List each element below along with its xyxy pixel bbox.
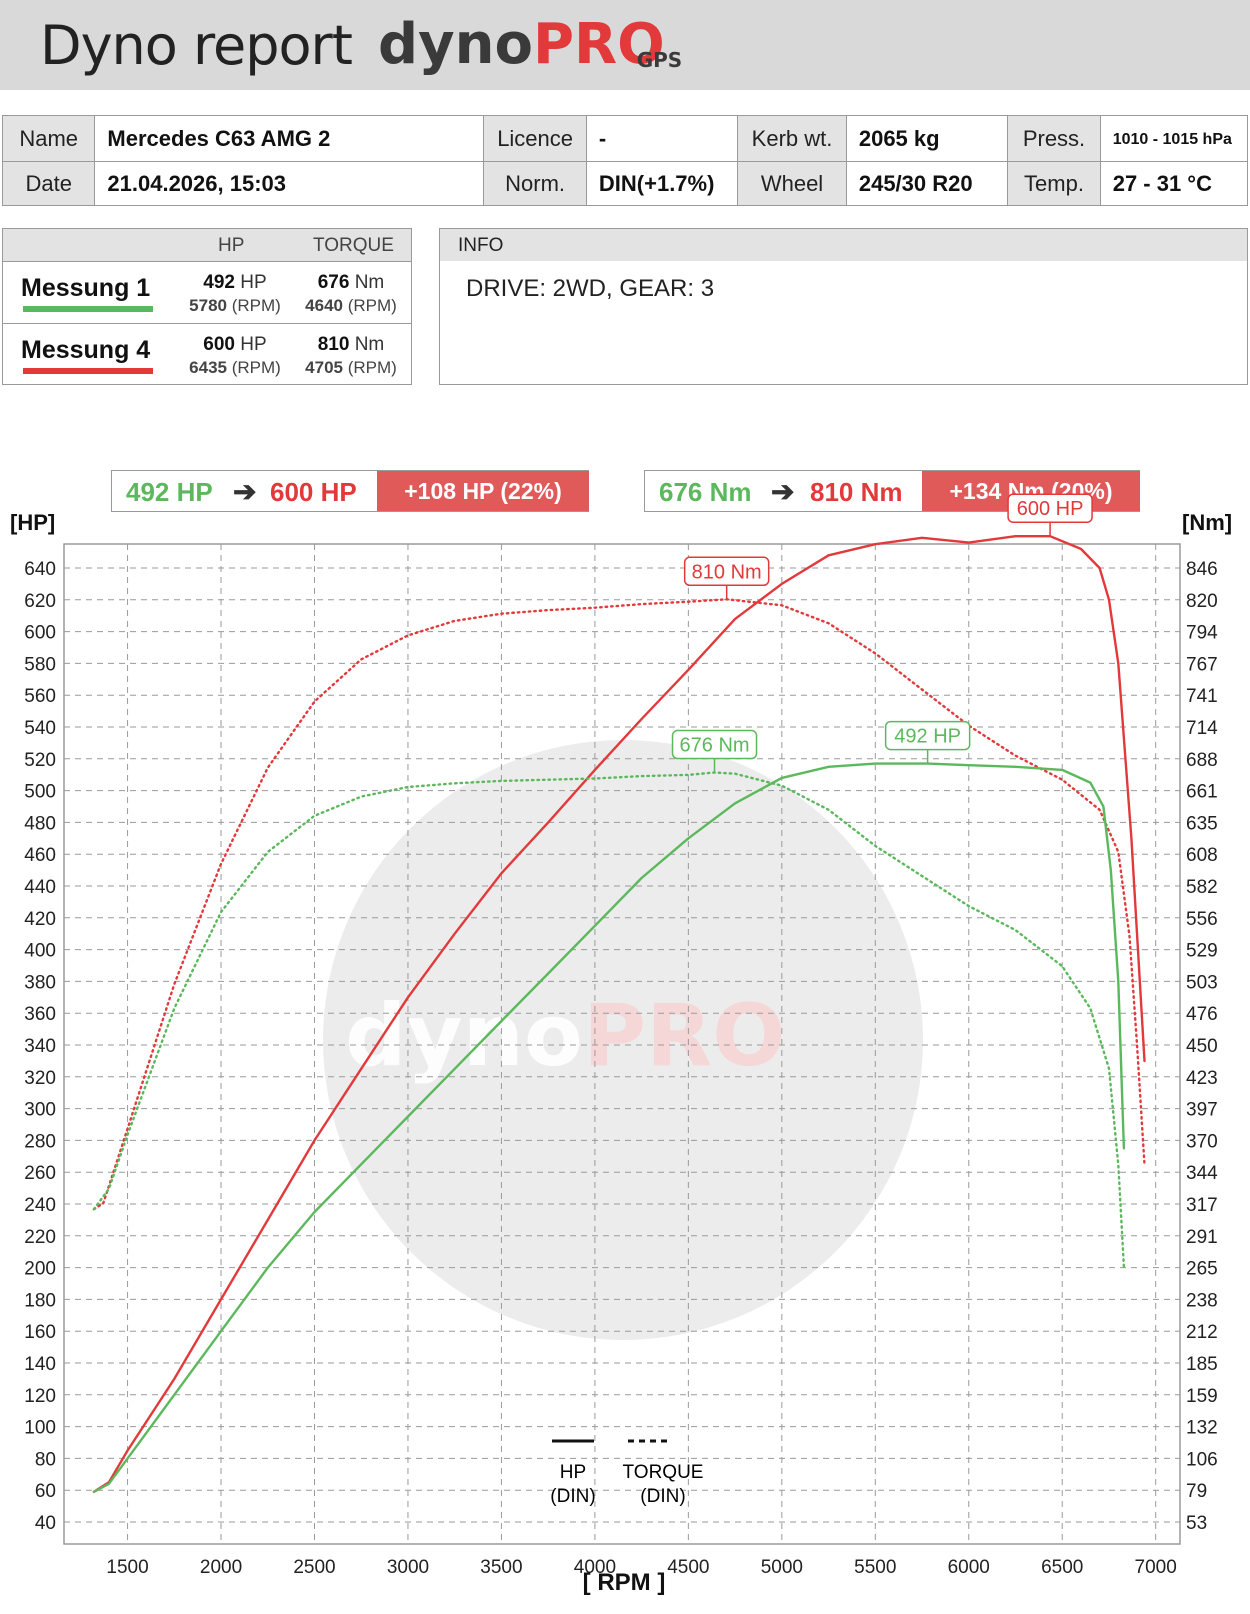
y-tick-label-left: 120 [24,1386,56,1407]
y-tick-label-right: 423 [1186,1068,1218,1089]
y-tick-label-left: 80 [35,1449,56,1470]
y-tick-label-right: 582 [1186,877,1218,898]
peak-label: 810 Nm [692,561,762,583]
x-tick-label: 2000 [200,1557,242,1578]
y-tick-label-right: 397 [1186,1100,1218,1121]
y-tick-label-right: 291 [1186,1227,1218,1248]
y-tick-label-right: 794 [1186,623,1218,644]
y-axis-left-label: [HP] [10,510,55,535]
x-tick-label: 3500 [480,1557,522,1578]
x-tick-label: 5000 [761,1557,803,1578]
y-tick-label-right: 846 [1186,559,1218,580]
y-axis-right-label: [Nm] [1182,510,1232,535]
peak-label: 600 HP [1017,498,1084,520]
y-tick-label-right: 688 [1186,750,1218,771]
y-tick-label-right: 450 [1186,1036,1218,1057]
y-tick-label-left: 320 [24,1068,56,1089]
y-tick-label-left: 160 [24,1322,56,1343]
x-tick-label: 5500 [854,1557,896,1578]
y-tick-label-right: 661 [1186,782,1218,803]
y-tick-label-right: 767 [1186,654,1218,675]
y-tick-label-left: 440 [24,877,56,898]
x-tick-label: 3000 [387,1557,429,1578]
y-tick-label-left: 220 [24,1227,56,1248]
legend-hp-label: HP [560,1462,586,1483]
x-tick-label: 2500 [293,1557,335,1578]
y-tick-label-right: 185 [1186,1354,1218,1375]
y-tick-label-right: 503 [1186,972,1218,993]
x-tick-label: 1500 [106,1557,148,1578]
y-tick-label-left: 340 [24,1036,56,1057]
y-tick-label-right: 714 [1186,718,1218,739]
y-tick-label-left: 200 [24,1259,56,1280]
y-tick-label-left: 280 [24,1131,56,1152]
y-tick-label-left: 620 [24,591,56,612]
y-tick-label-left: 100 [24,1418,56,1439]
y-tick-label-right: 317 [1186,1195,1218,1216]
x-axis-label: [ RPM ] [583,1569,666,1596]
y-tick-label-right: 212 [1186,1322,1218,1343]
y-tick-label-right: 132 [1186,1418,1218,1439]
y-tick-label-left: 60 [35,1481,56,1502]
dyno-chart: dynoPRO 810 Nm 600 HP 676 Nm 492 HP 40 53 60 7… [10,493,1232,1596]
y-tick-label-left: 240 [24,1195,56,1216]
y-tick-label-left: 500 [24,782,56,803]
y-tick-label-left: 40 [35,1513,56,1534]
y-tick-label-left: 420 [24,909,56,930]
y-tick-label-left: 140 [24,1354,56,1375]
y-tick-label-right: 106 [1186,1449,1218,1470]
y-tick-label-left: 640 [24,559,56,580]
y-tick-label-right: 820 [1186,591,1218,612]
y-tick-label-right: 159 [1186,1386,1218,1407]
y-tick-label-right: 370 [1186,1131,1218,1152]
legend-torque-sub: (DIN) [640,1486,685,1507]
x-tick-label: 4500 [667,1557,709,1578]
peak-label: 676 Nm [680,735,750,757]
y-tick-label-right: 476 [1186,1004,1218,1025]
y-tick-label-left: 400 [24,941,56,962]
y-tick-label-right: 741 [1186,686,1218,707]
y-tick-label-left: 540 [24,718,56,739]
y-tick-label-right: 529 [1186,941,1218,962]
legend-torque-label: TORQUE [623,1462,704,1483]
y-tick-label-left: 300 [24,1100,56,1121]
peak-label: 492 HP [894,726,961,748]
x-tick-label: 7000 [1135,1557,1177,1578]
y-tick-label-right: 79 [1186,1481,1207,1502]
y-tick-label-left: 520 [24,750,56,771]
y-tick-label-right: 53 [1186,1513,1207,1534]
y-tick-label-right: 238 [1186,1290,1218,1311]
y-tick-label-left: 180 [24,1290,56,1311]
y-tick-label-left: 600 [24,623,56,644]
watermark-logo: dynoPRO [345,986,785,1086]
y-tick-label-left: 460 [24,845,56,866]
chart-legend: HP (DIN) TORQUE (DIN) [550,1439,704,1507]
y-tick-label-left: 480 [24,813,56,834]
y-tick-label-right: 344 [1186,1163,1218,1184]
y-tick-label-left: 360 [24,1004,56,1025]
y-tick-label-right: 556 [1186,909,1218,930]
y-tick-label-right: 608 [1186,845,1218,866]
x-tick-label: 6500 [1041,1557,1083,1578]
y-tick-label-left: 580 [24,654,56,675]
y-tick-label-left: 560 [24,686,56,707]
y-tick-label-right: 635 [1186,813,1218,834]
y-tick-label-right: 265 [1186,1259,1218,1280]
y-tick-label-left: 380 [24,972,56,993]
y-tick-label-left: 260 [24,1163,56,1184]
x-tick-label: 6000 [948,1557,990,1578]
legend-hp-sub: (DIN) [550,1486,595,1507]
